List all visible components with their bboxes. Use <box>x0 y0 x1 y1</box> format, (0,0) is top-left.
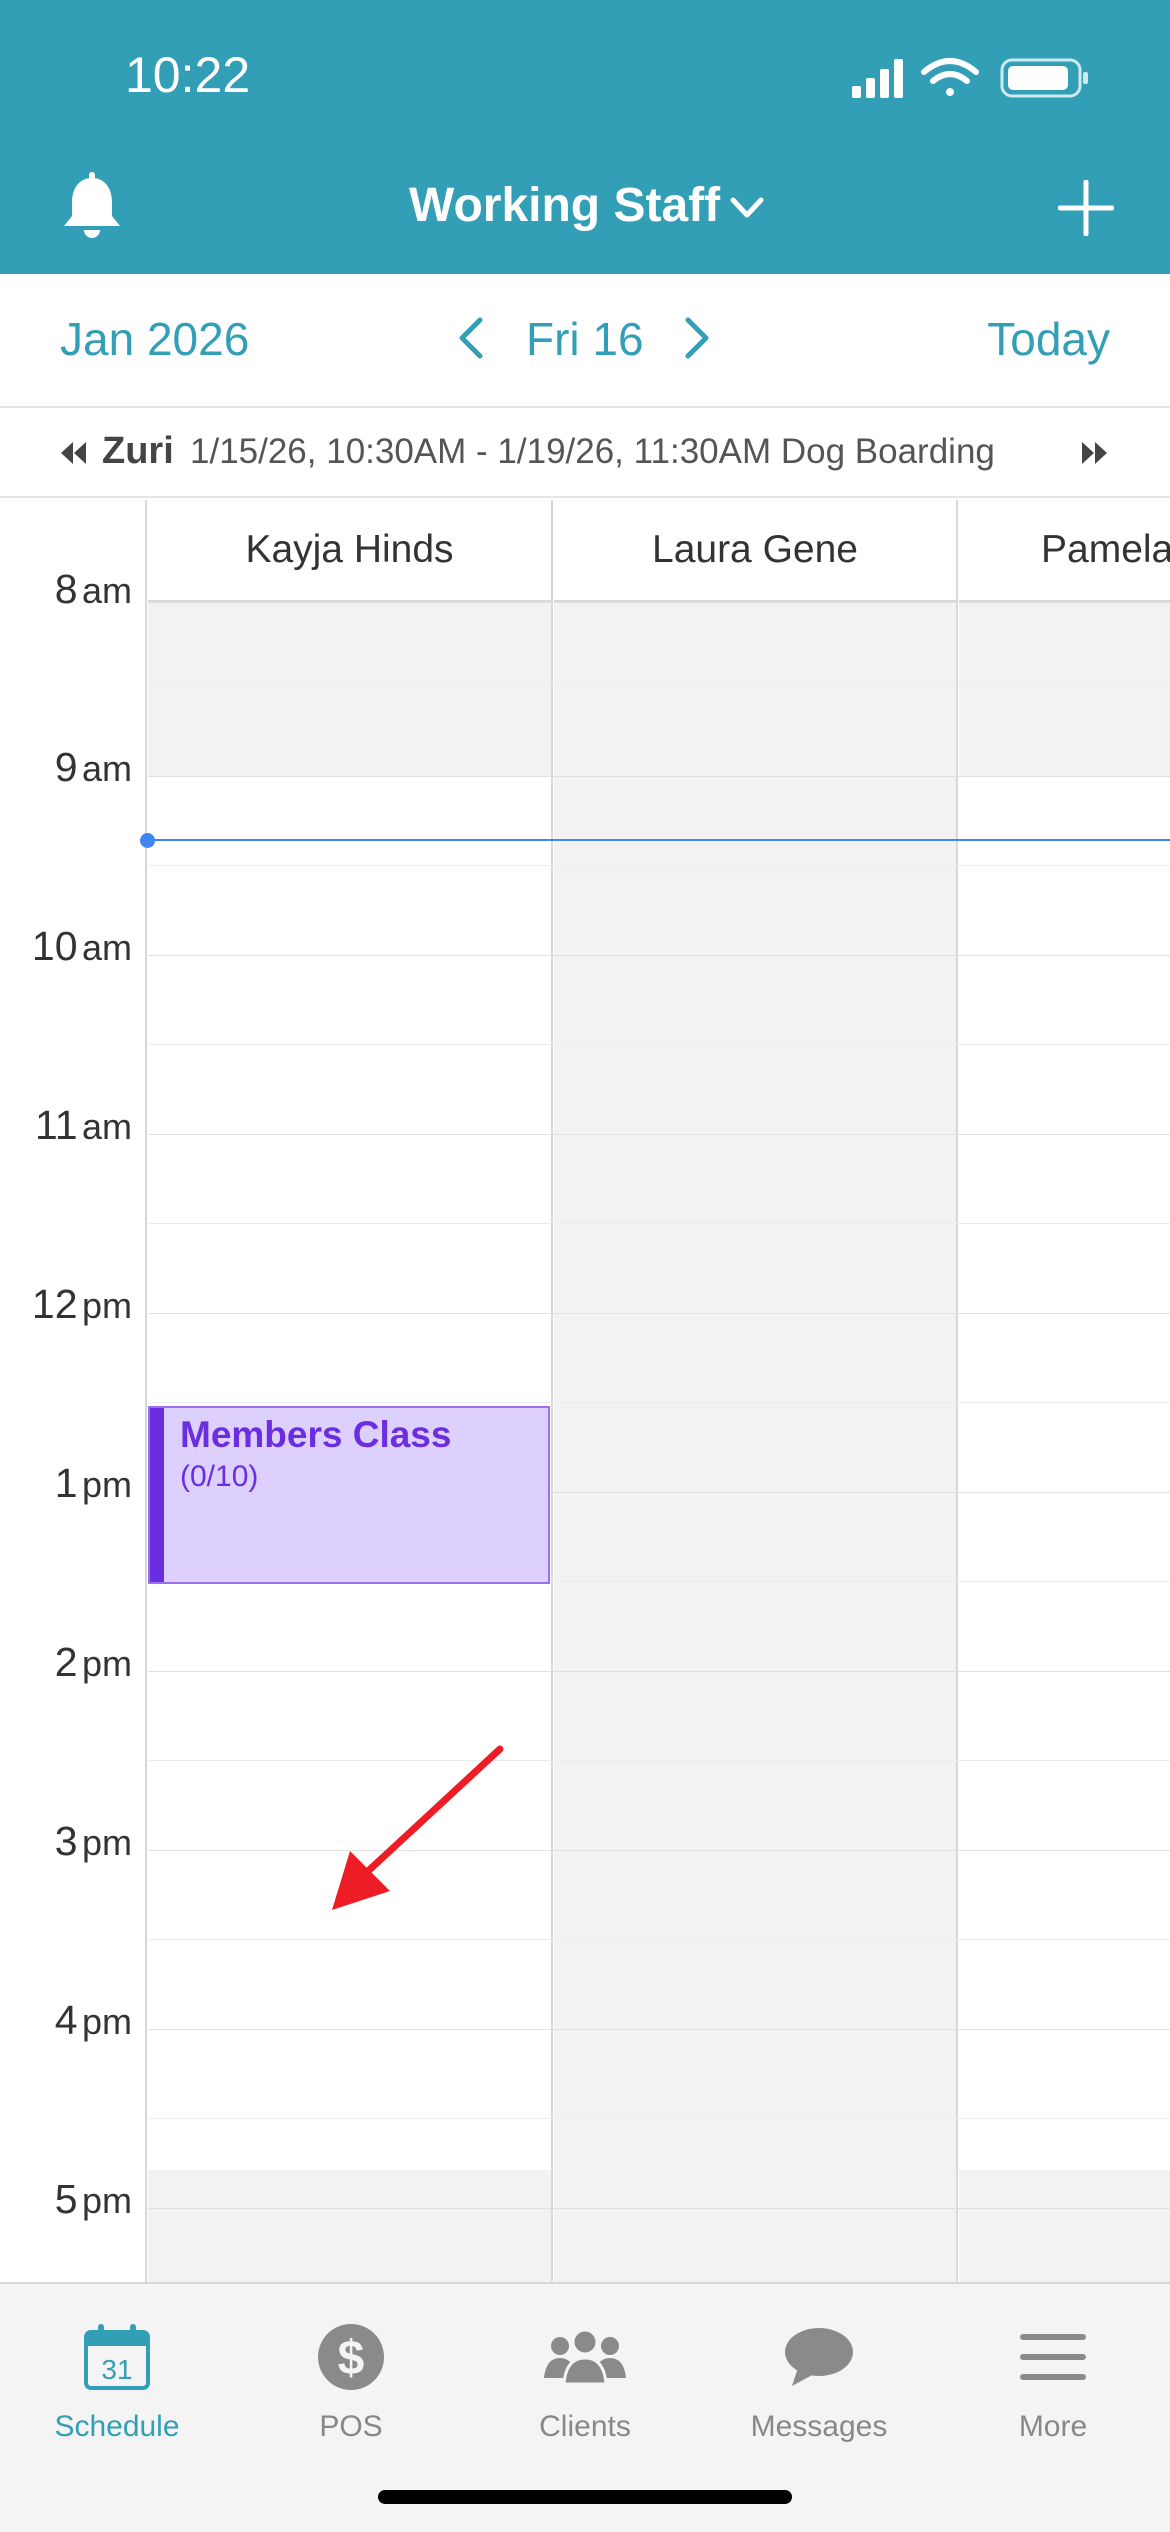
time-label: 2 pm <box>54 1639 132 1685</box>
time-column: 8 am 9 am 10 am 11 am 12 pm 1 pm 2 pm 3 … <box>0 500 147 2282</box>
annotation-arrow-icon <box>332 1745 504 1910</box>
time-label: 5 pm <box>54 2176 132 2222</box>
time-label: 11 am <box>34 1102 132 1148</box>
staff-view-title[interactable]: Working Staff <box>409 178 720 233</box>
tab-label: Messages <box>750 2410 888 2443</box>
tab-label: Schedule <box>54 2410 180 2443</box>
battery-icon <box>1000 58 1088 98</box>
time-label: 9 am <box>54 744 132 790</box>
current-time-line <box>148 839 1170 841</box>
bell-icon[interactable] <box>60 172 124 244</box>
messages-icon <box>785 2328 853 2386</box>
svg-text:31: 31 <box>101 2354 132 2385</box>
reservation-pet-name: Zuri <box>102 430 174 472</box>
tab-label: More <box>1018 2410 1088 2443</box>
today-button[interactable]: Today <box>987 312 1110 366</box>
date-navigation-bar: Jan 2026 Fri 16 Today <box>0 274 1170 408</box>
signal-icon <box>852 59 903 98</box>
reservation-detail: 1/15/26, 10:30AM - 1/19/26, 11:30AM Dog … <box>190 432 995 471</box>
time-label: 4 pm <box>54 1997 132 2043</box>
home-indicator <box>378 2490 792 2504</box>
schedule-grid[interactable]: 8 am 9 am 10 am 11 am 12 pm 1 pm 2 pm 3 … <box>0 500 1170 2282</box>
event-members-class[interactable]: Members Class (0/10) <box>148 1406 550 1584</box>
current-day[interactable]: Fri 16 <box>526 312 644 366</box>
tab-label: POS <box>319 2410 383 2443</box>
time-label: 1 pm <box>54 1460 132 1506</box>
tab-pos[interactable]: $ POS <box>234 2302 468 2452</box>
calendar-icon: 31 <box>84 2324 150 2390</box>
tab-messages[interactable]: Messages <box>702 2302 936 2452</box>
menu-icon <box>1020 2334 1086 2380</box>
grid-lines <box>148 500 1170 2282</box>
tab-clients[interactable]: Clients <box>468 2302 702 2452</box>
reservation-ticker[interactable]: Zuri 1/15/26, 10:30AM - 1/19/26, 11:30AM… <box>0 408 1170 498</box>
event-attendance: (0/10) <box>180 1460 259 1493</box>
rewind-icon[interactable] <box>58 438 88 468</box>
chevron-left-icon[interactable] <box>452 316 492 360</box>
month-selector[interactable]: Jan 2026 <box>60 312 249 366</box>
wifi-icon <box>921 58 979 96</box>
status-icons <box>852 58 1088 98</box>
fast-forward-icon[interactable] <box>1080 438 1110 468</box>
tab-schedule[interactable]: 31 Schedule <box>0 2302 234 2452</box>
tab-more[interactable]: More <box>936 2302 1170 2452</box>
tab-label: Clients <box>539 2410 631 2443</box>
current-time-dot <box>140 833 155 848</box>
time-label: 3 pm <box>54 1818 132 1864</box>
app-header: 10:22 Working Staff <box>0 0 1170 274</box>
plus-icon[interactable] <box>1058 180 1114 236</box>
event-title: Members Class <box>180 1414 452 1455</box>
chevron-down-icon[interactable] <box>730 196 764 220</box>
status-time: 10:22 <box>125 47 251 103</box>
event-color-bar <box>150 1408 164 1582</box>
time-label: 8 am <box>54 566 132 612</box>
clients-icon <box>544 2328 626 2386</box>
dollar-icon: $ <box>318 2324 384 2390</box>
time-label: 10 am <box>31 923 132 969</box>
chevron-right-icon[interactable] <box>676 316 716 360</box>
svg-text:$: $ <box>338 2332 365 2385</box>
time-label: 12 pm <box>31 1281 132 1327</box>
